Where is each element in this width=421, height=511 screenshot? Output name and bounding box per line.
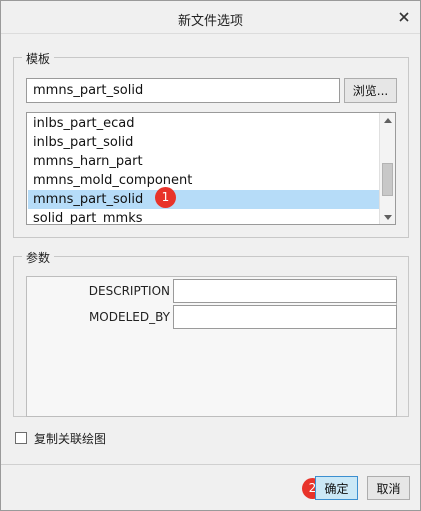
template-group-title: 模板 <box>22 50 55 67</box>
dialog-title: 新文件选项 <box>177 14 243 29</box>
list-item-selected[interactable]: mmns_part_solid <box>28 190 380 209</box>
cancel-button[interactable]: 取消 <box>367 476 410 500</box>
list-item[interactable]: mmns_harn_part <box>28 152 380 171</box>
annotation-badge-1: 1 <box>155 187 176 208</box>
list-item[interactable]: inlbs_part_solid <box>28 133 380 152</box>
close-icon <box>399 12 409 22</box>
template-input[interactable] <box>26 78 340 103</box>
parameters-group-title: 参数 <box>22 249 55 266</box>
scroll-down-icon <box>384 214 392 220</box>
copy-drawing-label[interactable]: 复制关联绘图 <box>34 430 106 447</box>
close-button[interactable] <box>394 7 414 27</box>
cancel-button-label: 取消 <box>376 481 401 496</box>
scroll-up-icon <box>384 117 392 123</box>
param-value-modeled-by[interactable] <box>173 305 397 329</box>
parameters-table: DESCRIPTION MODELED_BY <box>26 276 397 417</box>
new-file-options-dialog: 新文件选项 模板 浏览... inlbs_part_ecad inlbs_par… <box>0 0 421 511</box>
scroll-up-button[interactable] <box>380 113 395 127</box>
copy-drawing-checkbox[interactable] <box>15 432 27 444</box>
list-item[interactable]: mmns_mold_component <box>28 171 380 190</box>
scroll-down-button[interactable] <box>380 210 395 224</box>
browse-button[interactable]: 浏览... <box>344 78 397 103</box>
list-item[interactable]: inlbs_part_ecad <box>28 114 380 133</box>
param-label-modeled-by: MODELED_BY <box>88 310 170 324</box>
footer-divider <box>1 464 420 465</box>
list-scrollbar[interactable] <box>379 113 395 224</box>
template-list[interactable]: inlbs_part_ecad inlbs_part_solid mmns_ha… <box>26 112 396 225</box>
param-label-description: DESCRIPTION <box>88 284 170 298</box>
scroll-thumb[interactable] <box>382 163 393 196</box>
ok-button[interactable]: 确定 <box>315 476 358 500</box>
title-bar: 新文件选项 <box>1 1 420 34</box>
param-value-description[interactable] <box>173 279 397 303</box>
list-item[interactable]: solid_part_mmks <box>28 209 380 224</box>
ok-button-label: 确定 <box>324 481 349 496</box>
browse-button-label: 浏览... <box>352 84 389 98</box>
